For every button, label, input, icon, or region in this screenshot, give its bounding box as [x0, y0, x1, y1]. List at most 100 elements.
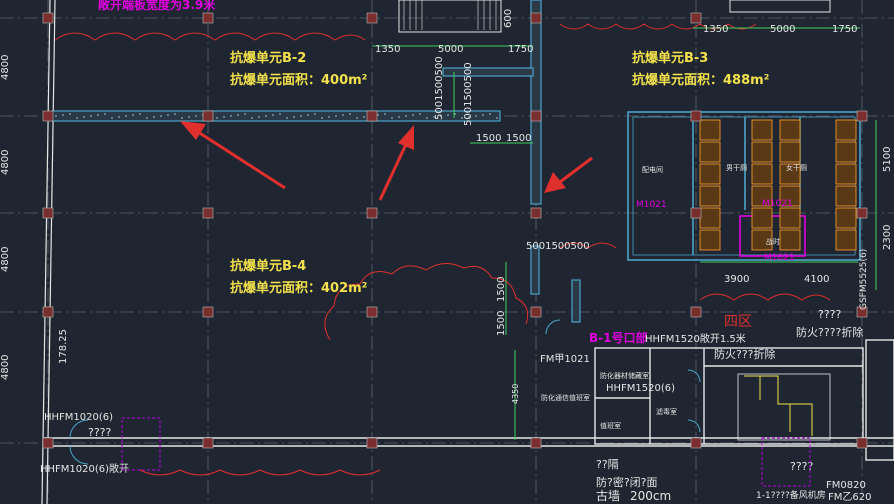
- blast-wall-center: [530, 0, 542, 205]
- dim-stack-mid: 5001500500: [526, 241, 590, 252]
- toilet-stall: [835, 229, 857, 251]
- dim-right-1: 5100: [882, 147, 893, 172]
- column-marker: [366, 110, 378, 122]
- wall-texture-dot: [125, 115, 127, 117]
- toilet-stall: [699, 229, 721, 251]
- wall-texture-dot: [335, 115, 337, 117]
- stair-block-left: [398, 0, 502, 33]
- wall-texture-dot: [160, 115, 162, 117]
- dim-178: 178.25: [58, 329, 69, 364]
- dim-stack-2: 5001500500: [463, 62, 474, 126]
- bottom-right-label: 1-1????备风机房: [756, 489, 826, 501]
- dim-tl-1: 1350: [375, 44, 400, 55]
- wall-texture-dot: [293, 116, 295, 118]
- column-marker: [856, 437, 868, 449]
- left-outer-wall: [41, 0, 56, 504]
- room-block-b3: [627, 111, 861, 261]
- dim-1500-b: 1500: [496, 311, 507, 336]
- room-label-4: 战时: [766, 237, 780, 246]
- stair-flight: [744, 375, 813, 436]
- dim-stack-1: 5001500500: [434, 56, 445, 120]
- column-marker: [42, 12, 54, 24]
- column-marker: [202, 306, 214, 318]
- wall-texture-dot: [62, 114, 64, 116]
- dim-tl-2: 5000: [438, 44, 463, 55]
- wall-texture-dot: [104, 113, 106, 115]
- wall-texture-dot: [279, 113, 281, 115]
- hhfm-top-label: HHFM1520敞开1.5米: [645, 332, 746, 345]
- wall-texture-dot: [349, 113, 351, 115]
- column-marker: [856, 110, 868, 122]
- dim-room-1: 3900: [724, 274, 749, 285]
- column-marker: [530, 12, 542, 24]
- top-note: 敞开端板宽度为3.9米: [98, 0, 216, 12]
- stair-treads-left: [403, 0, 497, 30]
- dim-tl-3: 1750: [508, 44, 533, 55]
- toilet-stall: [699, 141, 721, 163]
- wall-texture-dot: [426, 117, 428, 119]
- toilet-stall: [835, 207, 857, 229]
- m1021-a: M1021: [636, 200, 667, 210]
- dim-tr-2: 5000: [770, 24, 795, 35]
- m1021-b: M1021: [762, 199, 793, 209]
- column-marker: [42, 306, 54, 318]
- wall-texture-dot: [482, 114, 484, 116]
- wall-texture-dot: [230, 115, 232, 117]
- wall-texture-dot: [342, 114, 344, 116]
- column-marker: [202, 207, 214, 219]
- column-marker: [690, 207, 702, 219]
- room-label-8: 防化通信值班室: [541, 393, 590, 402]
- wall-texture-dot: [272, 114, 274, 116]
- wall-texture-dot: [237, 114, 239, 116]
- zone-label: 四区: [724, 314, 752, 330]
- wall-texture-dot: [188, 116, 190, 118]
- wall-texture-dot: [111, 117, 113, 119]
- column-marker: [366, 12, 378, 24]
- wall-texture-dot: [223, 116, 225, 118]
- column-marker: [530, 437, 542, 449]
- bottom-qq: ??隔: [596, 458, 619, 471]
- wall-texture-dot: [132, 114, 134, 116]
- toilet-stall: [699, 163, 721, 185]
- wall-texture-dot: [307, 114, 309, 116]
- column-marker: [690, 437, 702, 449]
- column-marker: [202, 437, 214, 449]
- bottom-gu: 古墙: [596, 488, 620, 503]
- room-label-7: 滤毒室: [656, 407, 677, 416]
- wall-texture-dot: [167, 114, 169, 116]
- wall-texture-dot: [153, 116, 155, 118]
- hhfm1520-6-label: HHFM1520(6): [606, 383, 675, 394]
- wall-texture-dot: [83, 116, 85, 118]
- cad-drawing-canvas[interactable]: 敞开端板宽度为3.9米 配电间 男干厕 女干厕 战时 防化器材储藏室 值班室 滤…: [0, 0, 894, 504]
- wall-texture-dot: [328, 116, 330, 118]
- wall-texture-dot: [377, 114, 379, 116]
- column-marker: [366, 207, 378, 219]
- dim-axis-2: 4800: [0, 150, 11, 175]
- dim-1500-a: 1500: [496, 277, 507, 302]
- bottom-wall: [44, 437, 894, 447]
- bottom-200: 200cm: [630, 489, 671, 503]
- wall-texture-dot: [475, 115, 477, 117]
- wall-texture-dot: [251, 117, 253, 119]
- fire-right-label: 防火????折除: [796, 325, 863, 339]
- toilet-stall: [835, 185, 857, 207]
- wall-texture-dot: [447, 114, 449, 116]
- wall-texture-dot: [76, 117, 78, 119]
- toilet-stall: [779, 119, 801, 141]
- wall-texture-dot: [244, 113, 246, 115]
- column-marker: [690, 12, 702, 24]
- wall-texture-dot: [496, 117, 498, 119]
- unit-b4-title: 抗爆单元B-4: [230, 258, 306, 274]
- wall-texture-dot: [405, 115, 407, 117]
- toilet-stall: [751, 207, 773, 229]
- wall-texture-dot: [391, 117, 393, 119]
- blast-wall-center-lower: [530, 245, 540, 295]
- bottom-qq2: 防?密?闭?面: [596, 475, 658, 489]
- wall-texture-dot: [412, 114, 414, 116]
- wall-texture-dot: [356, 117, 358, 119]
- toilet-stall: [751, 119, 773, 141]
- toilet-stall: [699, 185, 721, 207]
- wall-texture-dot: [314, 113, 316, 115]
- column-marker: [530, 110, 542, 122]
- room-label-5: 防化器材储藏室: [600, 371, 649, 380]
